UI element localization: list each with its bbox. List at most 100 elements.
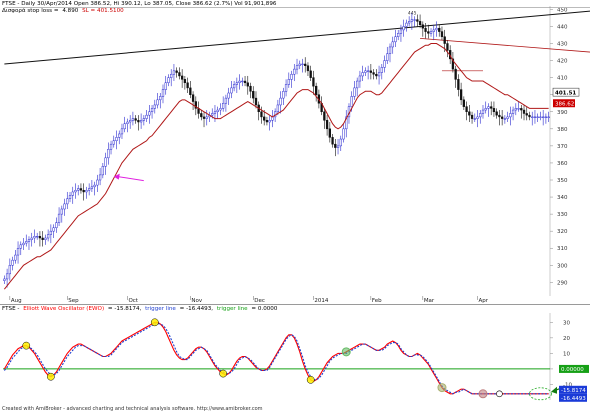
candle-body bbox=[358, 75, 362, 82]
candle-body bbox=[85, 189, 88, 193]
candle-body bbox=[238, 80, 241, 84]
candle-body bbox=[60, 208, 63, 215]
candle-body bbox=[148, 111, 151, 116]
candle-body bbox=[202, 116, 206, 119]
candle-body bbox=[542, 116, 545, 118]
oscillator-pane[interactable]: -1001020300.00000-15.8174-16.4493 FTSE -… bbox=[0, 305, 590, 405]
candle-body bbox=[369, 70, 373, 73]
candle-body bbox=[219, 108, 222, 111]
candle-body bbox=[402, 26, 405, 31]
y-tick-label: 380 bbox=[557, 127, 568, 133]
candle-body bbox=[394, 36, 397, 43]
candle-body bbox=[525, 113, 528, 116]
candle-body bbox=[265, 120, 269, 123]
candle-body bbox=[52, 227, 55, 232]
candle-body bbox=[222, 102, 225, 109]
y-tick-label: 370 bbox=[557, 144, 568, 150]
candle-body bbox=[167, 77, 170, 84]
stop-loss-label: Δισφορά stop loss = bbox=[2, 8, 59, 14]
candle-body bbox=[63, 203, 66, 210]
candle-body bbox=[150, 108, 154, 113]
oscillator-header-line: FTSE - Elliott Wave Oscillator (EWO) = -… bbox=[2, 306, 279, 313]
candle-body bbox=[416, 19, 419, 22]
candle-body bbox=[339, 138, 342, 147]
candle-body bbox=[506, 116, 509, 119]
candle-body bbox=[41, 237, 44, 240]
candle-body bbox=[249, 85, 252, 92]
candle-body bbox=[246, 82, 249, 87]
candle-body bbox=[397, 33, 400, 37]
symbol-info-text: FTSE - Daily 30/Apr/2014 Open 386.52, Hi… bbox=[2, 1, 277, 7]
magenta-arrow-head bbox=[113, 173, 120, 180]
y-tick-label: 360 bbox=[557, 161, 568, 167]
candle-body bbox=[391, 41, 394, 48]
candle-body bbox=[161, 89, 165, 97]
candle-body bbox=[459, 89, 463, 101]
candle-body bbox=[126, 121, 129, 124]
osc-y-tick-label: 30 bbox=[563, 320, 570, 326]
candle-body bbox=[11, 259, 14, 266]
candle-body bbox=[260, 111, 263, 118]
candle-body bbox=[364, 70, 367, 73]
candle-body bbox=[533, 116, 537, 118]
candle-body bbox=[276, 104, 280, 113]
candle-body bbox=[191, 94, 195, 102]
candle-body bbox=[440, 31, 444, 37]
candle-body bbox=[68, 195, 72, 200]
candle-body bbox=[180, 75, 184, 80]
candle-body bbox=[342, 128, 345, 140]
candle-body bbox=[366, 70, 370, 72]
candle-body bbox=[399, 29, 403, 34]
candle-body bbox=[336, 145, 340, 148]
candle-body bbox=[427, 31, 430, 34]
candle-body bbox=[287, 79, 290, 85]
candle-body bbox=[118, 133, 121, 138]
candle-body bbox=[8, 265, 11, 275]
candle-body bbox=[438, 27, 441, 32]
magenta-arrow-shaft bbox=[117, 176, 144, 182]
candle-body bbox=[536, 116, 539, 118]
swing-marker-yellow bbox=[22, 341, 31, 350]
swing-marker-shaded bbox=[341, 347, 351, 357]
sl-level-label: SL = 401.5100 bbox=[82, 8, 124, 14]
candle-body bbox=[421, 24, 424, 29]
candle-body bbox=[123, 123, 126, 130]
candle-body bbox=[14, 254, 17, 261]
candle-body bbox=[90, 186, 94, 189]
osc-y-tick-label: 20 bbox=[563, 336, 570, 342]
candle-body bbox=[301, 63, 304, 66]
candle-body bbox=[531, 116, 534, 118]
candle-body bbox=[25, 241, 28, 244]
candle-body bbox=[66, 198, 69, 205]
swing-marker-yellow bbox=[219, 369, 228, 378]
candle-body bbox=[131, 118, 135, 121]
candle-body bbox=[298, 63, 301, 66]
candle-body bbox=[282, 91, 285, 99]
candle-body bbox=[377, 72, 381, 77]
candle-body bbox=[350, 96, 353, 107]
candle-body bbox=[520, 108, 523, 111]
candle-body bbox=[211, 113, 214, 116]
candle-body bbox=[96, 179, 99, 186]
candle-body bbox=[224, 97, 228, 104]
price-chart-svg[interactable]: 2903003103203303403503603703803904004104… bbox=[0, 0, 590, 304]
y-tick-label: 410 bbox=[557, 76, 568, 82]
candle-body bbox=[230, 87, 233, 94]
candle-body bbox=[424, 27, 427, 32]
oscillator-chart-svg[interactable]: -1001020300.00000-15.8174-16.4493 bbox=[0, 305, 590, 405]
candle-body bbox=[159, 96, 162, 101]
candle-body bbox=[413, 19, 416, 21]
candle-body bbox=[137, 120, 140, 123]
candle-body bbox=[405, 22, 408, 27]
price-chart-pane[interactable]: 2903003103203303403503603703803904004104… bbox=[0, 0, 590, 304]
candle-body bbox=[5, 273, 9, 280]
candle-body bbox=[429, 31, 433, 34]
candle-body bbox=[38, 236, 42, 239]
candle-body bbox=[46, 234, 50, 239]
candle-body bbox=[200, 113, 203, 118]
trigger-value-text: -16.4493 bbox=[561, 396, 586, 402]
swing-marker-yellow bbox=[47, 372, 55, 381]
trigger-line bbox=[3, 323, 549, 395]
ewo-title: Elliott Wave Oscillator (EWO) bbox=[23, 306, 105, 312]
candle-body bbox=[175, 70, 178, 73]
